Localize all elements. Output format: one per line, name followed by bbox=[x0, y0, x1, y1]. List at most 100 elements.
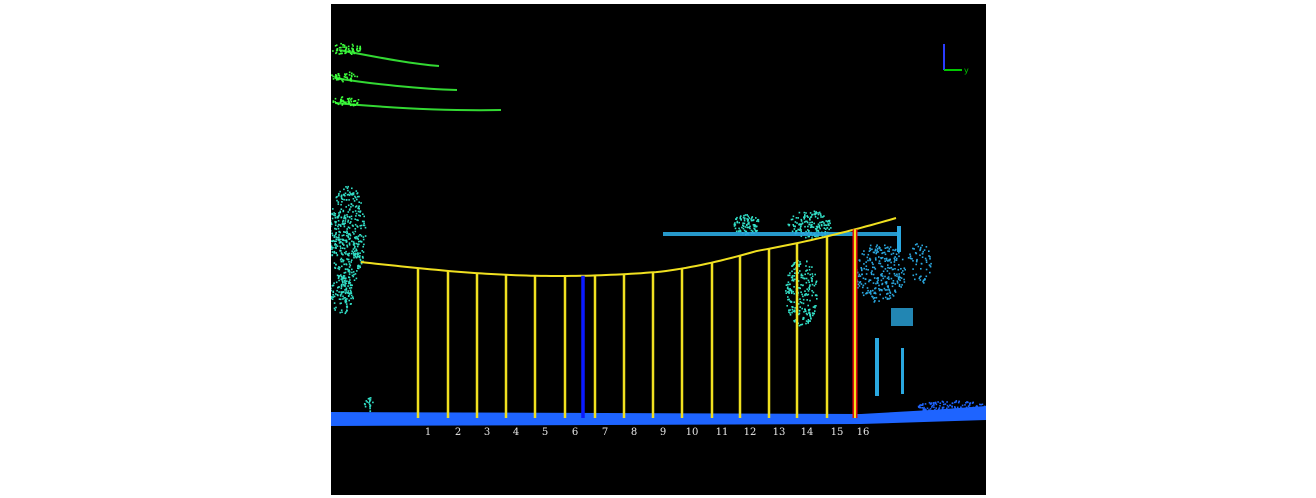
point bbox=[342, 221, 344, 223]
point bbox=[347, 48, 350, 50]
point bbox=[931, 404, 934, 407]
point bbox=[354, 206, 357, 208]
point bbox=[799, 261, 801, 263]
point bbox=[798, 324, 801, 327]
point-cloud-viewport[interactable]: 1 2 3 4 5 6 7 8 9 10 11 12 13 14 15 16 y bbox=[331, 4, 986, 495]
point bbox=[806, 221, 809, 224]
point bbox=[341, 104, 344, 106]
point bbox=[798, 312, 801, 315]
point bbox=[350, 294, 353, 297]
point bbox=[808, 266, 811, 268]
point bbox=[939, 405, 941, 407]
point bbox=[346, 228, 348, 230]
axis-label: y bbox=[964, 66, 969, 75]
point bbox=[884, 247, 887, 249]
point bbox=[786, 283, 789, 286]
point bbox=[896, 273, 898, 276]
point bbox=[800, 291, 802, 293]
point bbox=[798, 263, 800, 266]
point bbox=[806, 260, 808, 262]
point bbox=[339, 231, 341, 234]
point bbox=[793, 225, 795, 227]
point bbox=[342, 46, 344, 48]
point bbox=[342, 44, 345, 46]
point bbox=[349, 78, 352, 80]
point bbox=[795, 217, 798, 219]
point bbox=[877, 279, 879, 282]
point bbox=[809, 217, 811, 220]
point bbox=[894, 268, 896, 270]
point bbox=[921, 244, 923, 247]
point bbox=[878, 256, 880, 258]
point bbox=[337, 223, 340, 226]
point bbox=[898, 285, 901, 287]
point bbox=[946, 401, 948, 403]
point bbox=[343, 272, 346, 274]
point bbox=[368, 403, 371, 406]
point bbox=[331, 222, 332, 224]
point bbox=[343, 101, 346, 104]
point bbox=[348, 269, 351, 271]
point bbox=[805, 322, 807, 325]
point bbox=[334, 247, 337, 249]
point bbox=[805, 293, 807, 295]
point bbox=[739, 229, 741, 232]
point bbox=[343, 75, 346, 78]
point bbox=[338, 78, 340, 81]
point bbox=[348, 101, 350, 103]
point bbox=[880, 289, 883, 291]
point bbox=[808, 230, 810, 232]
point bbox=[331, 298, 334, 300]
point bbox=[790, 276, 793, 279]
point bbox=[348, 276, 350, 278]
point bbox=[904, 268, 906, 271]
point bbox=[338, 268, 341, 271]
point bbox=[332, 50, 334, 52]
point bbox=[347, 290, 350, 292]
point bbox=[372, 401, 374, 404]
point bbox=[796, 222, 798, 224]
point bbox=[921, 404, 923, 406]
point bbox=[343, 247, 346, 250]
point bbox=[794, 278, 796, 281]
point bbox=[345, 303, 348, 305]
point bbox=[359, 255, 361, 257]
point bbox=[800, 284, 802, 286]
point bbox=[808, 223, 810, 226]
point bbox=[346, 306, 348, 309]
point bbox=[804, 308, 806, 310]
point bbox=[830, 227, 832, 229]
point bbox=[340, 275, 343, 278]
point bbox=[334, 240, 336, 243]
point bbox=[869, 247, 871, 250]
point bbox=[799, 270, 801, 272]
point bbox=[347, 253, 349, 255]
point bbox=[878, 247, 881, 249]
overpass-beam bbox=[663, 232, 898, 236]
line-label-10: 10 bbox=[686, 427, 699, 438]
point bbox=[919, 249, 921, 252]
point bbox=[887, 292, 889, 295]
point bbox=[352, 104, 355, 106]
point bbox=[352, 231, 354, 234]
point bbox=[925, 246, 928, 248]
point bbox=[894, 291, 897, 293]
point bbox=[888, 250, 890, 253]
point bbox=[345, 301, 348, 303]
point bbox=[349, 102, 351, 105]
point bbox=[799, 223, 802, 226]
point bbox=[804, 294, 806, 297]
point bbox=[352, 225, 354, 227]
point bbox=[870, 273, 873, 276]
point bbox=[340, 247, 342, 249]
point bbox=[362, 245, 364, 248]
point bbox=[752, 219, 755, 221]
point bbox=[809, 216, 812, 219]
point bbox=[344, 220, 347, 222]
point bbox=[800, 276, 803, 279]
point bbox=[814, 310, 816, 312]
point bbox=[358, 214, 360, 217]
point bbox=[737, 230, 740, 232]
point bbox=[812, 314, 814, 317]
point bbox=[875, 246, 878, 248]
